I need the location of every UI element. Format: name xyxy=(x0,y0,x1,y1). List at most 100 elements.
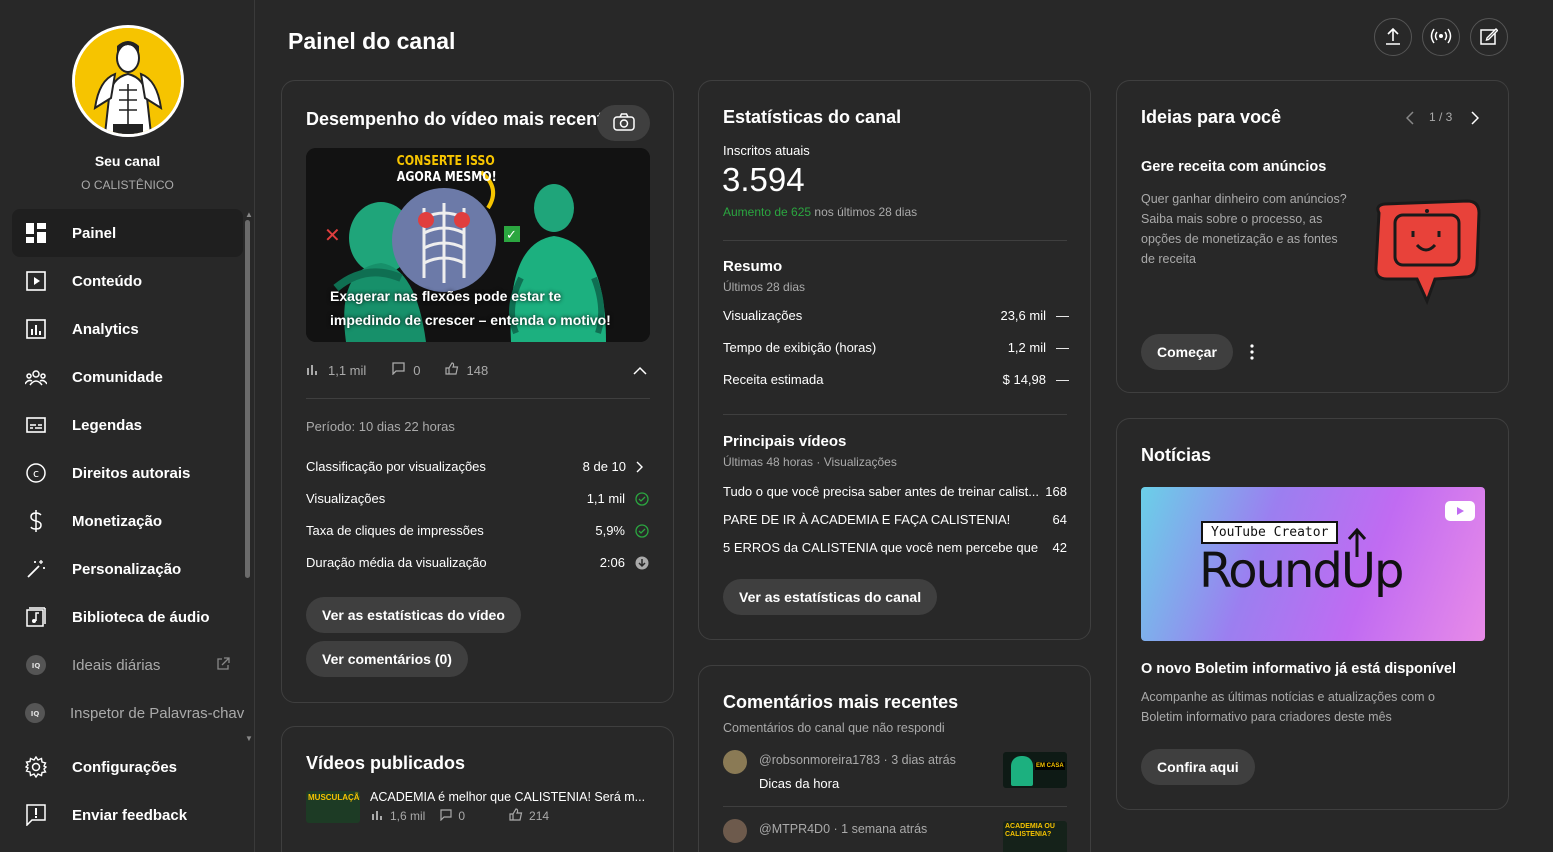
youtube-logo-icon xyxy=(1445,501,1475,524)
top-video-row[interactable]: 5 ERROS da CALISTENIA que você nem perce… xyxy=(723,540,1067,555)
subscribers-label: Inscritos atuais xyxy=(723,143,810,158)
sidebar-item-ideais-diarias[interactable]: IQ Ideais diárias xyxy=(12,641,243,689)
views-count: 1,6 mil xyxy=(390,809,426,823)
extension-icon: IQ xyxy=(25,702,45,724)
scroll-down-arrow[interactable]: ▼ xyxy=(245,734,253,743)
published-video-title[interactable]: ACADEMIA é melhor que CALISTENIA! Será m… xyxy=(370,790,645,804)
comment-text: Dicas da hora xyxy=(759,776,840,791)
extension-icon: IQ xyxy=(25,654,47,676)
metric-label: Visualizações xyxy=(306,491,386,506)
news-body: Acompanhe as últimas notícias e atualiza… xyxy=(1141,690,1435,724)
summary-row: Receita estimada $ 14,98 — xyxy=(723,372,1069,387)
sidebar-item-conteudo[interactable]: Conteúdo xyxy=(12,257,243,305)
chevron-right-icon[interactable] xyxy=(1471,111,1480,128)
channel-stats-button[interactable]: Ver as estatísticas do canal xyxy=(723,579,938,615)
metric-rank-row[interactable]: Classificação por visualizações 8 de 10 xyxy=(306,459,643,474)
news-image[interactable]: YouTube Creator RoundUp xyxy=(1141,487,1485,641)
published-video-thumbnail[interactable]: MUSCULAÇÃO xyxy=(306,791,360,823)
commenter-avatar[interactable] xyxy=(723,750,747,774)
top-video-views: 64 xyxy=(1052,512,1067,527)
upload-icon xyxy=(1385,27,1401,48)
sidebar-scrollbar[interactable] xyxy=(245,220,250,578)
sidebar-item-analytics[interactable]: Analytics xyxy=(12,305,243,353)
channel-name: O CALISTÊNICO xyxy=(81,178,174,192)
sidebar-item-label: Conteúdo xyxy=(72,272,142,290)
latest-video-card: Desempenho do vídeo mais recente ✕ ✓ CON… xyxy=(281,80,674,703)
analytics-icon xyxy=(25,318,47,340)
subscribers-count: 3.594 xyxy=(722,161,805,198)
view-comments-button[interactable]: Ver comentários (0) xyxy=(306,641,468,677)
chevron-left-icon[interactable] xyxy=(1405,111,1414,128)
summary-label: Tempo de exibição (horas) xyxy=(723,340,877,355)
more-vert-icon[interactable] xyxy=(1250,344,1254,363)
comments-icon xyxy=(392,362,405,378)
sidebar-item-painel[interactable]: Painel xyxy=(12,209,243,257)
check-circle-icon xyxy=(635,524,649,541)
chevron-right-icon xyxy=(636,461,644,476)
top-video-title: PARE DE IR À ACADEMIA E FAÇA CALISTENIA! xyxy=(723,512,1011,527)
sidebar-item-configuracoes[interactable]: Configurações xyxy=(12,743,243,791)
like-icon xyxy=(444,362,459,378)
external-link-icon xyxy=(216,656,230,674)
upload-button[interactable] xyxy=(1374,18,1412,56)
top-video-row[interactable]: PARE DE IR À ACADEMIA E FAÇA CALISTENIA!… xyxy=(723,512,1067,527)
comments-subtitle: Comentários do canal que não respondi xyxy=(723,721,945,735)
news-headline[interactable]: O novo Boletim informativo já está dispo… xyxy=(1141,661,1456,677)
edit-icon xyxy=(1480,27,1499,48)
audio-library-icon xyxy=(25,606,47,628)
sidebar-item-audio[interactable]: Biblioteca de áudio xyxy=(12,593,243,641)
sidebar-item-label: Ideais diárias xyxy=(72,656,161,674)
go-live-button[interactable] xyxy=(1422,18,1460,56)
feedback-icon xyxy=(25,804,47,826)
comments-icon xyxy=(440,808,452,824)
top-video-row[interactable]: Tudo o que você precisa saber antes de t… xyxy=(723,484,1067,499)
comment-video-thumbnail[interactable]: ACADEMIA OU CALISTENIA? xyxy=(1003,821,1067,852)
summary-trend: — xyxy=(1056,372,1069,387)
summary-trend: — xyxy=(1056,308,1069,323)
snapshot-button[interactable] xyxy=(597,105,650,141)
svg-text:c: c xyxy=(33,467,39,480)
sidebar-item-monetizacao[interactable]: Monetização xyxy=(12,497,243,545)
sidebar-item-direitos[interactable]: c Direitos autorais xyxy=(12,449,243,497)
summary-label: Receita estimada xyxy=(723,372,824,387)
check-it-out-button[interactable]: Confira aqui xyxy=(1141,749,1255,785)
likes-count: 214 xyxy=(529,809,550,823)
commenter-avatar[interactable] xyxy=(723,819,747,843)
latest-video-thumbnail[interactable]: ✕ ✓ CONSERTE ISSO AGORA MESMO! Exagerar … xyxy=(306,148,650,342)
check-circle-icon xyxy=(635,492,649,509)
channel-title: Seu canal xyxy=(94,153,161,169)
magic-wand-icon xyxy=(25,558,47,580)
metric-value: 2:06 xyxy=(599,555,625,570)
metric-value: 5,9% xyxy=(595,523,625,538)
video-stats-button[interactable]: Ver as estatísticas do vídeo xyxy=(306,597,521,633)
latest-comments-card: Comentários mais recentes Comentários do… xyxy=(698,665,1091,852)
scroll-up-arrow[interactable]: ▲ xyxy=(245,210,253,219)
sidebar-item-label: Enviar feedback xyxy=(72,806,188,824)
page-title: Painel do canal xyxy=(288,28,456,54)
sidebar-item-feedback[interactable]: Enviar feedback xyxy=(12,791,243,839)
comment-author-time: @MTPR4D0 · 1 semana atrás xyxy=(759,822,928,836)
news-card: Notícias YouTube Creator RoundUp O novo … xyxy=(1116,418,1509,810)
sidebar-item-label: Monetização xyxy=(72,512,163,530)
svg-text:✕: ✕ xyxy=(324,223,341,247)
sidebar-item-comunidade[interactable]: Comunidade xyxy=(12,353,243,401)
channel-avatar[interactable] xyxy=(72,25,184,137)
start-button[interactable]: Começar xyxy=(1141,334,1233,370)
sidebar-item-personalizacao[interactable]: Personalização xyxy=(12,545,243,593)
sidebar-item-legendas[interactable]: Legendas xyxy=(12,401,243,449)
summary-label: Visualizações xyxy=(723,308,803,323)
comment-video-thumbnail[interactable]: EM CASA xyxy=(1003,752,1067,788)
growth-value: Aumento de 625 xyxy=(723,205,812,219)
comments-count: 0 xyxy=(458,809,466,823)
card-title: Desempenho do vídeo mais recente xyxy=(306,109,614,129)
summary-title: Resumo xyxy=(723,258,783,275)
create-post-button[interactable] xyxy=(1470,18,1508,56)
summary-row: Tempo de exibição (horas) 1,2 mil — xyxy=(723,340,1069,355)
published-videos-card: Vídeos publicados MUSCULAÇÃO ACADEMIA é … xyxy=(281,726,674,852)
summary-value: 1,2 mil xyxy=(1007,340,1046,355)
copyright-icon: c xyxy=(25,462,47,484)
chevron-up-icon[interactable] xyxy=(633,363,647,379)
video-stats-row: 1,1 mil 0 148 xyxy=(306,362,488,378)
metric-value: 1,1 mil xyxy=(586,491,625,506)
sidebar-item-inspetor[interactable]: IQ Inspetor de Palavras-chav xyxy=(12,689,244,737)
